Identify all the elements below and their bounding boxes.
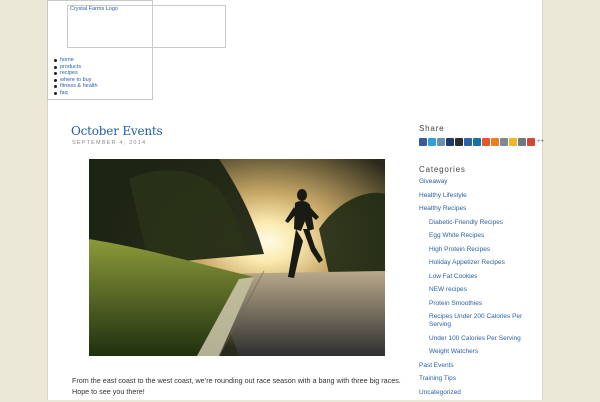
category-link[interactable]: Low Fat Cookies bbox=[419, 273, 539, 281]
share-toolbar: ++ bbox=[419, 137, 544, 146]
category-link[interactable]: Healthy Recipes bbox=[419, 205, 539, 213]
print-icon[interactable] bbox=[518, 137, 526, 146]
email-icon[interactable] bbox=[437, 137, 445, 146]
category-link[interactable]: Giveaway bbox=[419, 178, 539, 186]
blogger-icon[interactable] bbox=[491, 137, 499, 146]
googleplus-icon[interactable] bbox=[527, 137, 535, 146]
post-excerpt: From the east coast to the west coast, w… bbox=[72, 376, 401, 397]
category-link[interactable]: Weight Watchers bbox=[419, 348, 539, 356]
share-heading: Share bbox=[419, 124, 445, 133]
share-more-button[interactable]: ++ bbox=[537, 139, 544, 145]
delicious-icon[interactable] bbox=[455, 137, 463, 146]
category-link[interactable]: Diabetic-Friendly Recipes bbox=[419, 219, 539, 227]
post-date: SEPTEMBER 4, 2014 bbox=[72, 140, 147, 146]
category-link[interactable]: High Protein Recipes bbox=[419, 246, 539, 254]
twitter-icon[interactable] bbox=[428, 137, 436, 146]
category-link[interactable]: Holiday Appetizer Recipes bbox=[419, 259, 539, 267]
favorites-icon[interactable] bbox=[509, 137, 517, 146]
category-link[interactable]: Under 100 Calories Per Serving bbox=[419, 335, 539, 343]
logo-alt-text: Crystal Farms Logo bbox=[70, 6, 118, 12]
post-title[interactable]: October Events bbox=[71, 124, 163, 138]
runner-photo bbox=[89, 159, 385, 356]
linkedin-icon[interactable] bbox=[473, 137, 481, 146]
main-nav: home products recipes where to buy fitne… bbox=[53, 57, 98, 96]
categories-list: Giveaway Healthy Lifestyle Healthy Recipes… bbox=[419, 178, 539, 402]
category-link[interactable]: Egg White Recipes bbox=[419, 232, 539, 240]
post-hero-image[interactable] bbox=[89, 159, 385, 356]
categories-heading: Categories bbox=[419, 165, 466, 174]
category-link[interactable]: Training Tips bbox=[419, 375, 539, 383]
category-link[interactable]: Healthy Lifestyle bbox=[419, 192, 539, 200]
mail-icon[interactable] bbox=[500, 137, 508, 146]
logo[interactable]: Crystal Farms Logo bbox=[67, 5, 226, 48]
category-link[interactable]: NEW recipes bbox=[419, 286, 539, 294]
myspace-icon[interactable] bbox=[446, 137, 454, 146]
category-link[interactable]: Recipes Under 200 Calories Per Serving bbox=[419, 313, 539, 329]
category-link[interactable]: Past Events bbox=[419, 362, 539, 370]
nav-item-faq[interactable]: faq bbox=[53, 90, 98, 97]
digg-icon[interactable] bbox=[464, 137, 472, 146]
stumbleupon-icon[interactable] bbox=[482, 137, 490, 146]
facebook-icon[interactable] bbox=[419, 137, 427, 146]
category-link[interactable]: Protein Smoothies bbox=[419, 300, 539, 308]
category-link[interactable]: Uncategorized bbox=[419, 389, 539, 397]
